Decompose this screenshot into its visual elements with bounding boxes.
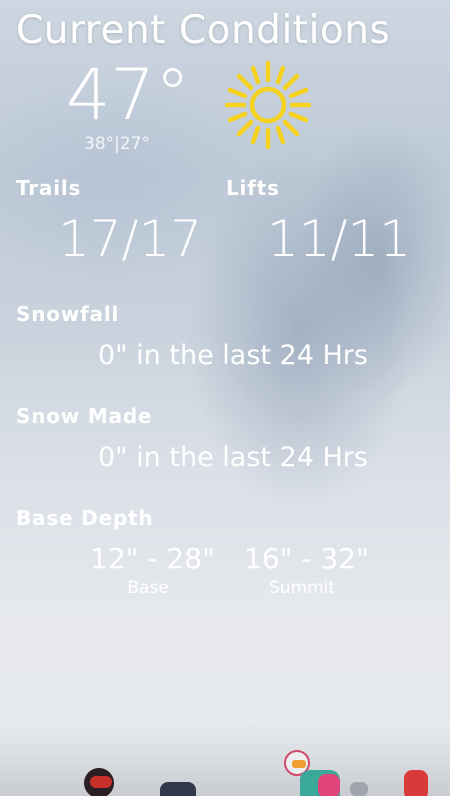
lifts-value: 11/11 [267, 210, 412, 268]
base-caption: Base [127, 578, 169, 598]
temperature-value: 47° [66, 54, 191, 136]
base-depth-value: 12" - 28" [90, 542, 215, 575]
lifts-label: Lifts [226, 176, 280, 200]
summit-depth-value: 16" - 32" [244, 542, 369, 575]
snowfall-value: 0" in the last 24 Hrs [98, 340, 368, 371]
trails-value: 17/17 [58, 210, 203, 268]
snow-made-value: 0" in the last 24 Hrs [98, 442, 368, 473]
base-depth-label: Base Depth [16, 506, 154, 530]
trails-label: Trails [16, 176, 82, 200]
snowfall-label: Snowfall [16, 302, 120, 326]
snow-made-label: Snow Made [16, 404, 153, 428]
page-title: Current Conditions [16, 8, 391, 53]
sun-icon [225, 60, 311, 150]
high-low-temperature: 38°|27° [84, 134, 150, 154]
skiers-photo [0, 720, 450, 796]
summit-caption: Summit [268, 578, 336, 598]
